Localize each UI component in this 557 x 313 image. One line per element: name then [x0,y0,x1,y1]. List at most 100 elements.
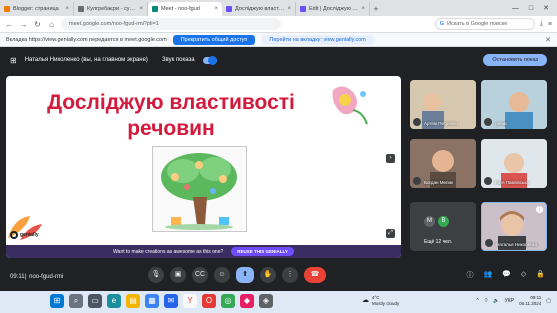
file-explorer-icon[interactable]: ▤ [126,294,140,308]
people-icon[interactable]: 👥 [483,270,492,280]
windows-taskbar: ⊞ ⌕ ▭ e ▤ ▦ ✉ Y O ◎ ◆ ◈ ☁ 4°C Mostly clo… [0,291,557,313]
store-icon[interactable]: ▦ [145,294,159,308]
browser-tab-active[interactable]: Meet - noo-fgud × [148,2,222,16]
genially-label: genially [20,232,39,238]
activities-icon[interactable]: ◇ [521,270,526,280]
close-tab-icon[interactable]: × [139,6,143,12]
network-icon[interactable]: ⌔ [484,298,489,304]
flower-decoration [332,86,368,125]
menu-icon[interactable]: ≡ [548,21,552,28]
chrome-icon[interactable]: ◎ [221,294,235,308]
genially-icon [226,6,232,12]
mic-off-icon [484,177,492,185]
next-slide-button[interactable]: › [386,154,395,163]
close-tab-icon[interactable]: × [287,6,291,12]
browser-tab[interactable]: Blogger: страница × [0,2,74,16]
participant-tile[interactable]: Артем Петренко [410,80,476,129]
participant-tile[interactable]: Богдан Мелик [410,139,476,188]
close-tab-icon[interactable]: × [65,6,69,12]
leave-call-button[interactable]: ☎ [304,267,326,283]
browser-tab[interactable]: Кулгребаєри - сучасне × [74,2,148,16]
present-button[interactable]: ⬆ [236,267,254,283]
stop-sharing-button[interactable]: Прекратить общий доступ [172,34,256,45]
clock[interactable]: 09:11 06.11.2024 [519,295,541,307]
tab-label: Кулгребаєри - сучасне [87,6,136,12]
close-tab-icon[interactable]: × [361,6,365,12]
reuse-genially-button[interactable]: REUSE THIS GENIALLY [231,247,294,256]
chevron-up-icon[interactable]: ^ [476,298,478,304]
captions-button[interactable]: CC [192,267,208,283]
microphone-button[interactable]: 🎙 [148,267,164,283]
app-icon[interactable]: ◆ [240,294,254,308]
volume-icon[interactable]: 🔈 [493,298,499,304]
participant-name: Наталья Николенко [496,242,538,247]
raise-hand-button[interactable]: ✋ [260,267,276,283]
genially-icon [300,6,306,12]
search-icon[interactable]: ⌕ [69,294,83,308]
more-options-button[interactable]: ⋮ [282,267,298,283]
grid-icon[interactable]: ⊞ [10,56,17,65]
tab-label: Meet - noo-fgud [161,6,200,12]
participant-tile[interactable]: Катя Павлівська [481,139,547,188]
new-tab-button[interactable]: + [370,2,382,16]
tree-illustration [152,146,247,232]
back-icon[interactable]: ← [5,20,14,29]
self-view-tile[interactable]: ⋮ Наталья Николенко [481,202,547,251]
more-participants-tile[interactable]: M B Ещё 12 чел. [410,202,476,251]
lock-icon[interactable]: 🔒 [536,270,545,280]
url-field[interactable]: meet.google.com/noo-fgud-rmi?pli=1 [61,18,281,30]
close-window-icon[interactable]: ✕ [543,4,549,12]
page-icon [78,6,84,12]
windows-start-icon[interactable]: ⊞ [50,294,64,308]
participant-tile[interactable]: денис [481,80,547,129]
home-icon[interactable]: ⌂ [47,20,56,29]
promo-text: Want to make creations as awesome as thi… [113,248,224,255]
search-placeholder: Искать в Google поиске [447,21,508,27]
edge-icon[interactable]: e [107,294,121,308]
stop-presenting-button[interactable]: Остановить показ [483,54,547,66]
sound-label: Звук показа [161,57,195,63]
app-icon[interactable]: ◈ [259,294,273,308]
close-icon[interactable]: ✕ [545,36,551,44]
cloud-icon: ☁ [362,297,369,304]
notifications-icon[interactable]: ▢ [546,298,551,304]
taskbar-apps: ⊞ ⌕ ▭ e ▤ ▦ ✉ Y O ◎ ◆ ◈ [50,294,273,308]
forward-icon[interactable]: → [19,20,28,29]
browser-tab[interactable]: Досліджую властивості × [222,2,296,16]
meet-control-bar: 09:11 | noo-fgud-rmi 🎙 ▣ CC ☺ ⬆ ✋ ⋮ ☎ ⓘ … [0,263,557,291]
task-view-icon[interactable]: ▭ [88,294,102,308]
mic-off-icon [413,118,421,126]
share-message: Вкладка https://view.genially.com переда… [6,36,167,43]
browser-tab[interactable]: Edit | Досліджую власт × [296,2,370,16]
minimize-icon[interactable]: — [512,5,519,12]
presented-slide: Досліджую властивості речовин › ⤢ genial… [6,76,401,258]
genially-g-icon [10,231,18,239]
sound-toggle[interactable] [202,55,217,65]
language-indicator[interactable]: УКР [505,298,514,304]
yandex-icon[interactable]: Y [183,294,197,308]
go-to-tab-button[interactable]: Перейти на вкладку: view.genially.com [261,34,374,45]
chat-icon[interactable]: 💬 [502,270,511,280]
blogger-icon [4,6,10,12]
info-icon[interactable]: ⓘ [466,270,473,280]
avatar: M [424,216,435,227]
mic-off-icon [484,118,492,126]
participant-name: Катя Павлівська [495,180,529,185]
presenter-name: Наталья Николенко (вы, на главном экране… [24,57,148,63]
weather-widget[interactable]: ☁ 4°C Mostly cloudy [362,295,399,307]
more-options-icon[interactable]: ⋮ [536,206,543,213]
participant-name: денис [495,121,508,126]
fullscreen-button[interactable]: ⤢ [386,229,395,238]
close-tab-icon[interactable]: × [214,6,218,12]
download-icon[interactable]: ⤓ [540,20,543,28]
mail-icon[interactable]: ✉ [164,294,178,308]
share-notification-bar: Вкладка https://view.genially.com переда… [0,33,557,47]
reactions-button[interactable]: ☺ [214,267,230,283]
search-input[interactable]: G Искать в Google поиске [434,18,535,30]
clock-date: 06.11.2024 [519,301,542,306]
tab-label: Досліджую властивості [235,6,285,12]
opera-icon[interactable]: O [202,294,216,308]
reload-icon[interactable]: ↻ [33,20,42,29]
camera-button[interactable]: ▣ [170,267,186,283]
maximize-icon[interactable]: □ [529,5,533,12]
